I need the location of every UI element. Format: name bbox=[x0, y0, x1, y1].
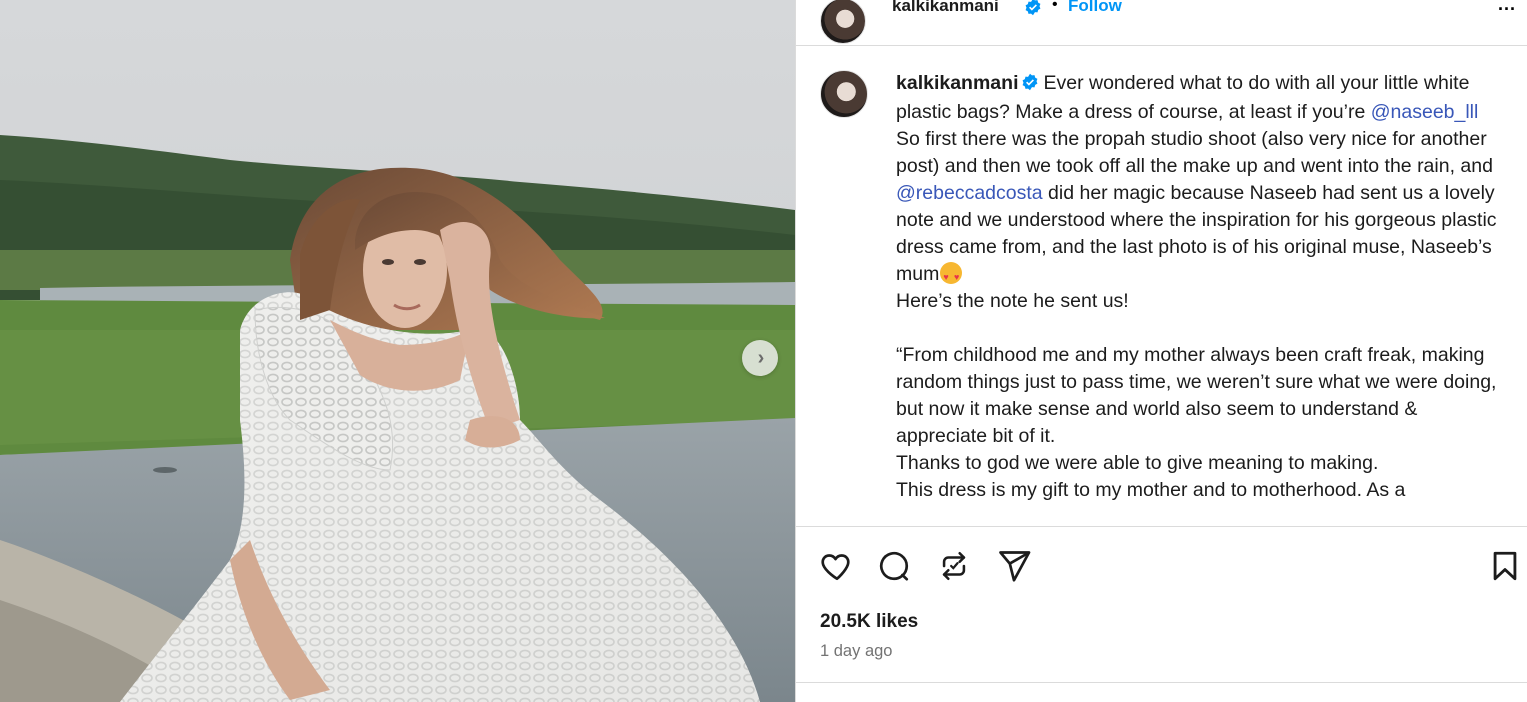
comments-scroll-area[interactable]: kalkikanmani Ever wondered what to do wit… bbox=[796, 46, 1527, 526]
header-separator: • bbox=[1052, 0, 1058, 13]
verified-badge-icon bbox=[1021, 72, 1039, 99]
caption-text: Thanks to god we were able to give meani… bbox=[896, 452, 1379, 474]
post-caption: kalkikanmani Ever wondered what to do wit… bbox=[896, 70, 1501, 504]
post-panel: kalkikanmani • Follow ... kalkikanmani Ev… bbox=[795, 0, 1527, 702]
repost-button[interactable] bbox=[935, 547, 973, 585]
post-header: kalkikanmani • Follow ... bbox=[796, 0, 1527, 46]
post-timestamp[interactable]: 1 day ago bbox=[820, 642, 892, 661]
post-media[interactable]: › bbox=[0, 0, 795, 702]
next-photo-button[interactable]: › bbox=[742, 340, 778, 376]
divider bbox=[796, 682, 1527, 683]
share-button[interactable] bbox=[995, 547, 1033, 585]
caption-author-avatar[interactable] bbox=[820, 70, 868, 118]
caption-text: So first there was the propah studio sho… bbox=[896, 128, 1493, 177]
like-button[interactable] bbox=[818, 547, 856, 585]
caption-text: Here’s the note he sent us! bbox=[896, 290, 1129, 312]
follow-button[interactable]: Follow bbox=[1068, 0, 1122, 16]
heart-icon bbox=[821, 554, 850, 581]
comment-icon bbox=[879, 551, 909, 581]
mention-link[interactable]: @naseeb_lll bbox=[1371, 101, 1479, 123]
repost-icon bbox=[942, 551, 966, 581]
caption-username[interactable]: kalkikanmani bbox=[896, 72, 1018, 94]
caption-text: “From childhood me and my mother always … bbox=[896, 344, 1497, 447]
action-bar: 20.5K likes 1 day ago bbox=[796, 526, 1527, 702]
bookmark-icon bbox=[1493, 551, 1517, 581]
heart-eyes-emoji-icon bbox=[940, 262, 963, 291]
chevron-right-icon: › bbox=[757, 347, 765, 369]
likes-count[interactable]: 20.5K likes bbox=[820, 611, 918, 633]
verified-badge-icon bbox=[1024, 0, 1042, 21]
send-icon bbox=[999, 551, 1031, 582]
save-button[interactable] bbox=[1486, 547, 1524, 585]
instagram-post-view: › kalkikanmani • Follow ... kalkikanmani… bbox=[0, 0, 1527, 702]
more-options-icon[interactable]: ... bbox=[1498, 0, 1516, 15]
mention-link[interactable]: @rebeccadcosta bbox=[896, 182, 1043, 204]
author-avatar[interactable] bbox=[820, 0, 866, 44]
post-photo bbox=[0, 0, 795, 702]
comment-button[interactable] bbox=[875, 547, 913, 585]
author-username[interactable]: kalkikanmani bbox=[892, 0, 999, 16]
caption-text: This dress is my gift to my mother and t… bbox=[896, 479, 1406, 501]
